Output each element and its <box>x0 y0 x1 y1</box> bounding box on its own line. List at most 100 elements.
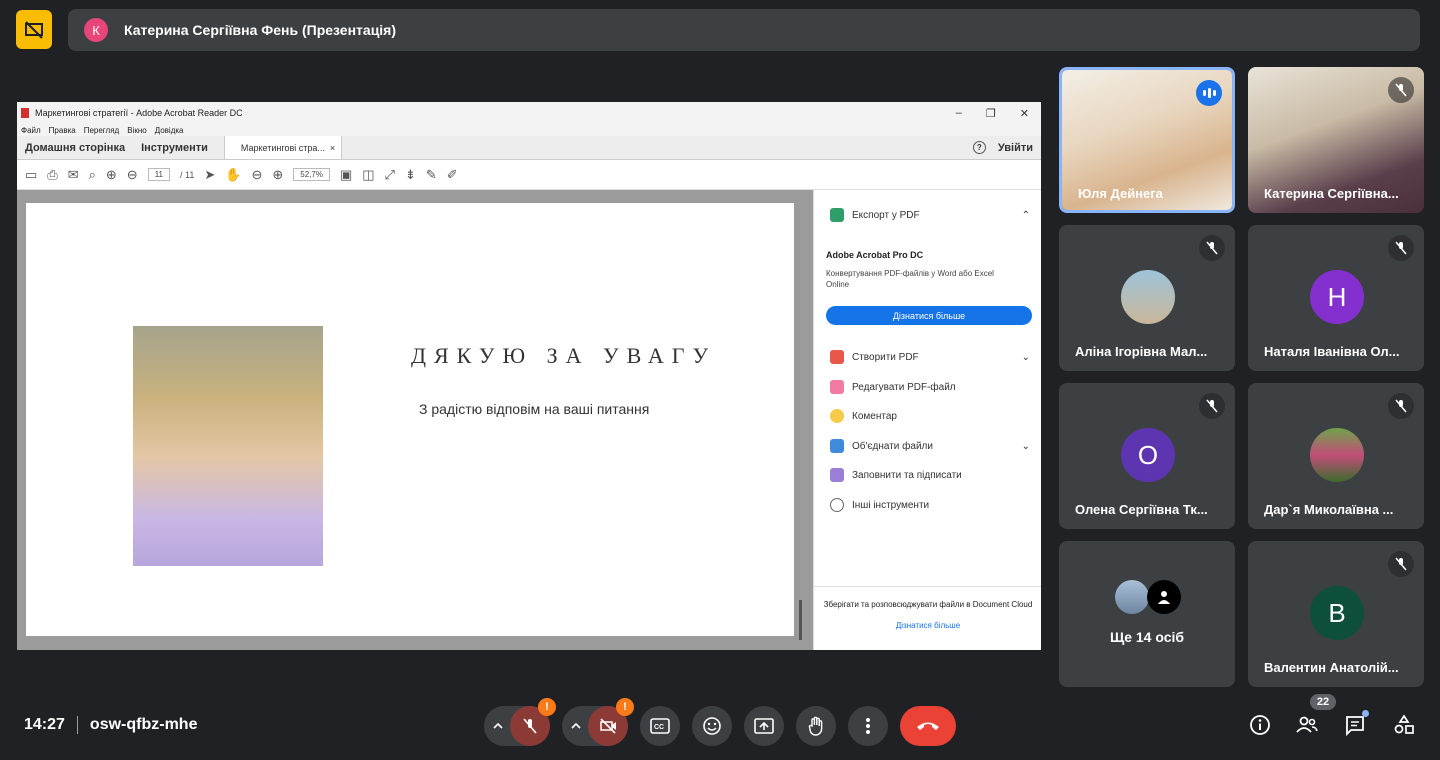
divider <box>76 716 78 734</box>
chevron-up-icon[interactable]: ⌃ <box>1022 210 1030 221</box>
more-participants-tile[interactable]: Ще 14 осіб <box>1059 541 1235 687</box>
export-icon <box>830 208 844 222</box>
menu-file[interactable]: Файл <box>21 126 41 135</box>
learn-more-button[interactable]: Дізнатися більше <box>826 306 1032 325</box>
audio-options-chevron-icon[interactable] <box>484 706 512 746</box>
chevron-down-icon[interactable]: ⌄ <box>1022 441 1030 452</box>
captions-button[interactable]: CC <box>640 706 680 746</box>
avatar: Н <box>1310 270 1364 324</box>
plus-circle-icon <box>830 498 844 512</box>
hand-tool-icon[interactable]: ✋ <box>225 167 241 183</box>
sign-icon[interactable]: ✐ <box>447 167 458 183</box>
avatar: В <box>1310 586 1364 640</box>
tab-tools[interactable]: Інструменти <box>133 136 216 159</box>
fill-sign-icon <box>830 468 844 482</box>
menu-bar: Файл Правка Перегляд Вікно Довідка <box>17 124 1041 136</box>
svg-text:CC: CC <box>654 724 664 731</box>
tab-document-label: Маркетингові стра... <box>240 142 325 153</box>
presentation-indicator-icon[interactable] <box>16 10 52 49</box>
zoom-out-icon[interactable]: ⊖ <box>251 167 262 183</box>
chevron-down-icon[interactable]: ⌄ <box>1022 352 1030 363</box>
microphone-toggle-button[interactable]: ! <box>510 698 556 746</box>
create-pdf-icon <box>830 350 844 364</box>
fill-sign-item[interactable]: Заповнити та підписати <box>830 468 1030 482</box>
participant-tile[interactable]: В Валентин Анатолій... <box>1248 541 1424 687</box>
emoji-reaction-button[interactable] <box>692 706 732 746</box>
participant-tile[interactable]: Аліна Ігорівна Мал... <box>1059 225 1235 371</box>
present-screen-button[interactable] <box>744 706 784 746</box>
email-icon[interactable]: ✉ <box>68 167 79 183</box>
shared-screen: Маркетингові стратегії - Adobe Acrobat R… <box>17 102 1041 650</box>
zoom-select[interactable]: 52,7% <box>293 168 330 181</box>
scroll-mode-icon[interactable]: ⇟ <box>405 167 416 183</box>
slide-title: ДЯКУЮ ЗА УВАГУ <box>411 343 717 368</box>
combine-item[interactable]: Об'єднати файли ⌄ <box>830 439 1030 453</box>
edit-pdf-item[interactable]: Редагувати PDF-файл <box>830 380 1030 394</box>
more-options-button[interactable] <box>848 706 888 746</box>
select-cursor-icon[interactable]: ➤ <box>204 167 215 183</box>
save-icon[interactable]: ▭ <box>25 167 37 183</box>
fullscreen-icon[interactable]: ⤢ <box>385 167 395 183</box>
signin-link[interactable]: Увійти <box>998 142 1033 154</box>
cloud-footer-text: Зберігати та розповсюджувати файли в Doc… <box>823 600 1033 609</box>
window-title: Маркетингові стратегії - Adobe Acrobat R… <box>35 108 243 118</box>
fit-page-icon[interactable]: ▣ <box>340 167 352 183</box>
tab-home[interactable]: Домашня сторінка <box>17 136 133 159</box>
comment-label: Коментар <box>852 410 897 422</box>
other-tools-item[interactable]: Інші інструменти <box>830 498 1030 512</box>
prev-page-icon[interactable]: ⊕ <box>106 167 117 183</box>
fit-width-icon[interactable]: ◫ <box>362 167 374 183</box>
avatar <box>1115 580 1149 614</box>
other-tools-label: Інші інструменти <box>852 499 930 511</box>
next-page-icon[interactable]: ⊖ <box>127 167 138 183</box>
activities-icon[interactable] <box>1391 712 1417 738</box>
presenter-title: Катерина Сергіївна Фень (Презентація) <box>124 22 397 38</box>
edit-pdf-label: Редагувати PDF-файл <box>852 381 956 393</box>
menu-view[interactable]: Перегляд <box>84 126 120 135</box>
participant-name: Юля Дейнега <box>1078 186 1163 201</box>
print-icon[interactable]: ⎙ <box>47 167 57 183</box>
export-label: Експорт у PDF <box>852 209 920 221</box>
avatar <box>1121 270 1175 324</box>
cloud-footer: Зберігати та розповсюджувати файли в Doc… <box>814 586 1041 631</box>
speaking-indicator-icon <box>1196 80 1222 106</box>
participant-name: Олена Сергіївна Тк... <box>1075 502 1208 517</box>
page-number-input[interactable]: 11 <box>147 168 171 181</box>
zoom-in-icon[interactable]: ⊕ <box>272 167 283 183</box>
create-pdf-item[interactable]: Створити PDF ⌄ <box>830 350 1030 364</box>
menu-edit[interactable]: Правка <box>49 126 76 135</box>
tab-close-icon[interactable]: × <box>330 143 335 153</box>
camera-toggle-button[interactable]: ! <box>588 698 634 746</box>
document-area[interactable]: ДЯКУЮ ЗА УВАГУ З радістю відповім на ваш… <box>17 190 813 650</box>
pdf-icon <box>21 108 29 118</box>
scrollbar[interactable] <box>799 600 802 640</box>
comment-item[interactable]: Коментар <box>830 409 1030 423</box>
meeting-info: 14:27 osw-qfbz-mhe <box>24 716 197 734</box>
participant-tile[interactable]: О Олена Сергіївна Тк... <box>1059 383 1235 529</box>
cloud-learn-more-link[interactable]: Дізнатися більше <box>814 620 1041 631</box>
leave-call-button[interactable] <box>900 706 956 746</box>
minimize-icon[interactable]: – <box>956 107 962 120</box>
video-options-chevron-icon[interactable] <box>562 706 590 746</box>
search-icon[interactable]: ⌕ <box>89 167 96 183</box>
comment-icon[interactable]: ✎ <box>426 167 437 183</box>
participant-tile[interactable]: Юля Дейнега <box>1059 67 1235 213</box>
raise-hand-button[interactable] <box>796 706 836 746</box>
meeting-details-icon[interactable] <box>1247 712 1273 738</box>
clock: 14:27 <box>24 716 65 733</box>
export-pdf-item[interactable]: Експорт у PDF ⌃ <box>830 208 1030 222</box>
acrobat-tabs: Домашня сторінка Інструменти Маркетингов… <box>17 136 1041 160</box>
menu-window[interactable]: Вікно <box>127 126 146 135</box>
participant-tile[interactable]: Дар`я Миколаївна ... <box>1248 383 1424 529</box>
close-window-icon[interactable]: ✕ <box>1020 107 1029 120</box>
participant-tile[interactable]: Катерина Сергіївна... <box>1248 67 1424 213</box>
tab-document[interactable]: Маркетингові стра... × <box>223 136 343 159</box>
maximize-icon[interactable]: ❐ <box>986 107 996 120</box>
people-icon[interactable] <box>1294 712 1320 738</box>
help-icon[interactable]: ? <box>972 141 986 154</box>
participant-tile[interactable]: Н Наталя Іванівна Ол... <box>1248 225 1424 371</box>
fill-sign-label: Заповнити та підписати <box>852 469 962 481</box>
presenter-bar: К Катерина Сергіївна Фень (Презентація) <box>68 9 1420 51</box>
menu-help[interactable]: Довідка <box>155 126 184 135</box>
avatar: О <box>1121 428 1175 482</box>
